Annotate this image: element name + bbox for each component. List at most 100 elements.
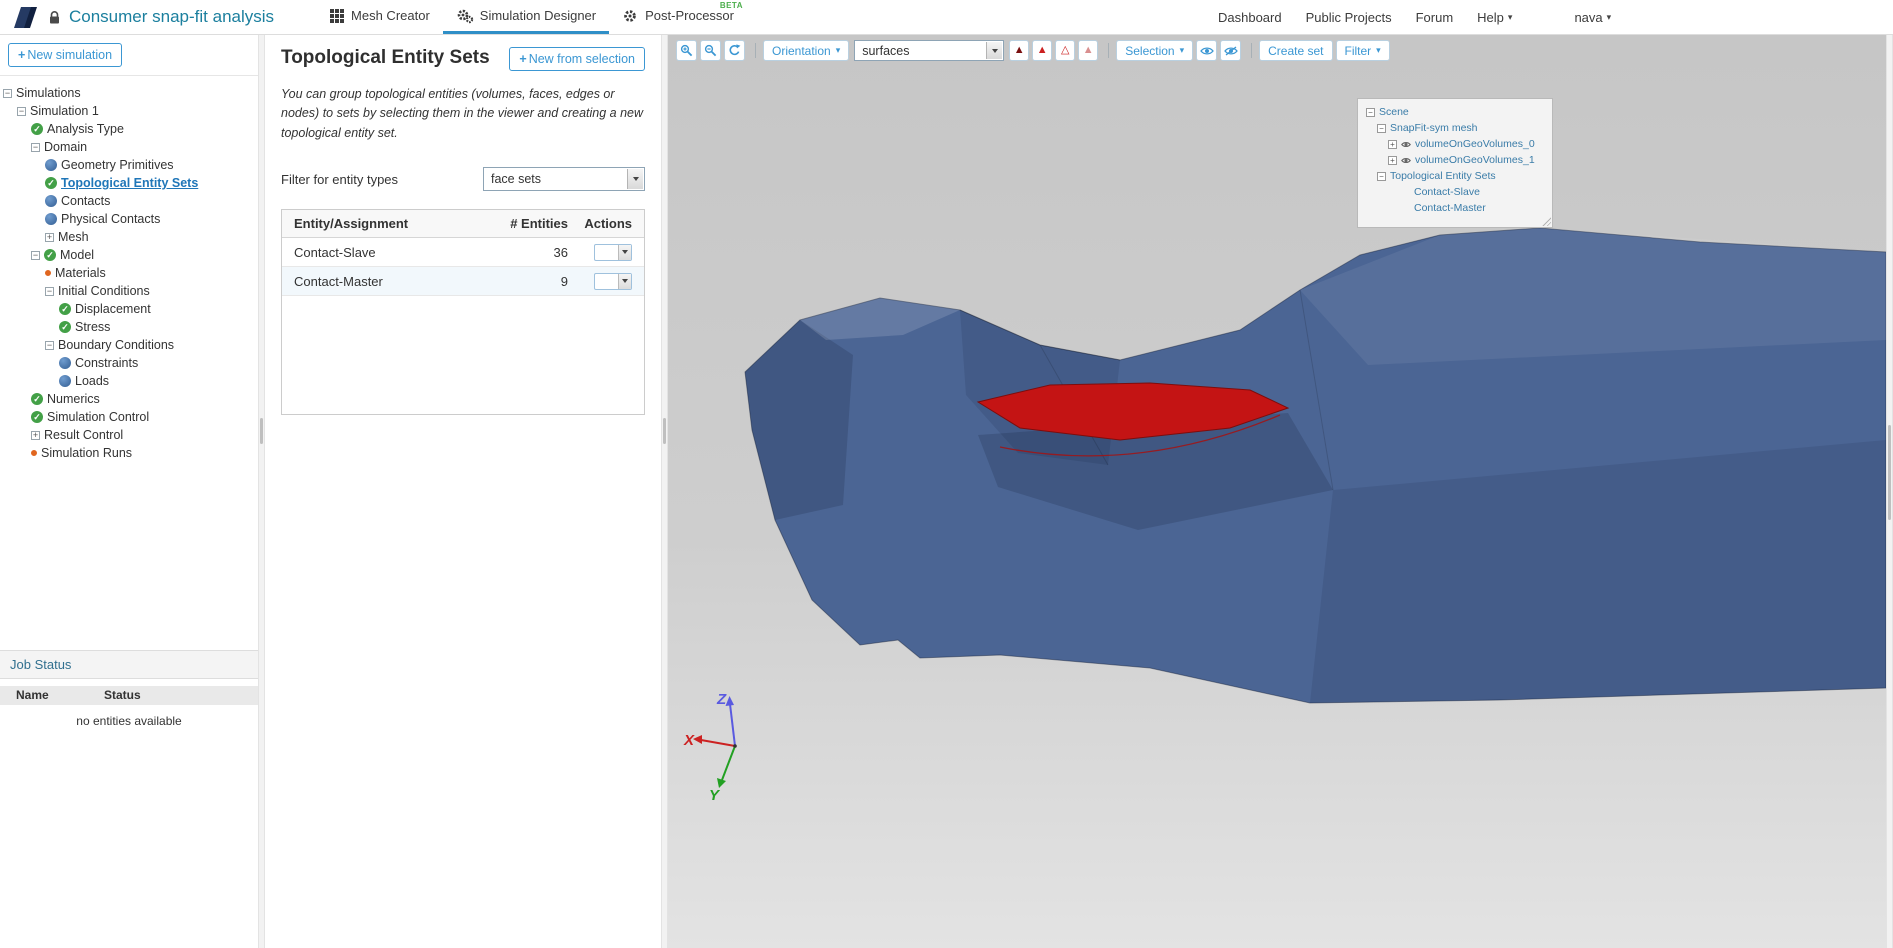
table-row-contact-master[interactable]: Contact-Master 9 [282,267,644,297]
pending-ring-icon [31,450,37,456]
collapse-icon[interactable]: − [1377,123,1386,133]
toolbar-divider [755,43,756,58]
simulation-tree: − Simulations − Simulation 1 ✓ Analysis … [0,76,258,462]
expand-icon[interactable]: + [45,232,54,242]
tab-simulation-designer[interactable]: Simulation Designer [442,0,610,34]
filter-button[interactable]: Filter ▾ [1335,40,1390,61]
col-num-entities: # Entities [510,216,568,232]
tree-item-model[interactable]: − ✓ Model [0,246,258,264]
tree-item-topological-entity-sets[interactable]: ✓ Topological Entity Sets [0,174,258,192]
tree-item-contacts[interactable]: Contacts [0,192,258,210]
new-from-selection-button[interactable]: + New from selection [509,47,645,71]
dashboard-link[interactable]: Dashboard [1218,10,1282,25]
zoom-in-button[interactable] [676,40,697,61]
scene-tree-item-scene[interactable]: − Scene [1364,104,1546,120]
collapse-icon[interactable]: − [17,106,26,116]
tree-item-materials[interactable]: Materials [0,264,258,282]
collapse-icon[interactable]: − [31,142,40,152]
tree-item-mesh[interactable]: + Mesh [0,228,258,246]
create-set-button[interactable]: Create set [1259,40,1333,61]
table-row-contact-slave[interactable]: Contact-Slave 36 [282,238,644,268]
zoom-out-button[interactable] [700,40,721,61]
tree-item-geometry-primitives[interactable]: Geometry Primitives [0,156,258,174]
collapse-icon[interactable]: − [3,88,12,98]
scrollbar-thumb[interactable] [260,418,263,444]
render-mode-surface-edges-button[interactable]: ▲ [1032,40,1053,61]
tree-item-displacement[interactable]: ✓ Displacement [0,300,258,318]
render-mode-solid-button[interactable]: ▲ [1009,40,1030,61]
viewer-scrollbar[interactable] [1886,35,1893,948]
tree-item-stress[interactable]: ✓ Stress [0,318,258,336]
tree-item-physical-contacts[interactable]: Physical Contacts [0,210,258,228]
sidebar-scrollbar[interactable] [258,35,265,948]
tab-mesh-creator[interactable]: Mesh Creator [316,0,443,34]
tree-item-boundary-conditions[interactable]: − Boundary Conditions [0,336,258,354]
3d-viewport[interactable]: Orientation ▾ surfaces ▲ ▲ △ ▲ Selection… [668,35,1886,948]
tree-item-constraints[interactable]: Constraints [0,354,258,372]
tree-item-numerics[interactable]: ✓ Numerics [0,390,258,408]
panel-scrollbar[interactable] [661,35,668,948]
scene-tree-item-contact-master[interactable]: Contact-Master [1364,200,1546,216]
user-menu[interactable]: nava ▾ [1574,10,1611,25]
dropdown-arrow-icon[interactable] [618,273,631,289]
tree-item-simulations[interactable]: − Simulations [0,84,258,102]
new-simulation-button[interactable]: + New simulation [8,43,123,67]
collapse-icon[interactable]: − [45,286,54,296]
scene-tree-item-topological-entity-sets[interactable]: − Topological Entity Sets [1364,168,1546,184]
expand-icon[interactable]: + [31,430,40,440]
collapse-icon[interactable]: − [45,340,54,350]
magnifier-minus-icon [704,44,717,57]
tree-item-analysis-type[interactable]: ✓ Analysis Type [0,120,258,138]
top-bar: Consumer snap-fit analysis Mesh Creator [0,0,1893,35]
show-all-button[interactable] [1196,40,1218,61]
dropdown-arrow-icon[interactable] [618,244,631,260]
scrollbar-thumb[interactable] [1888,425,1891,520]
tree-item-simulation-1[interactable]: − Simulation 1 [0,102,258,120]
forum-link[interactable]: Forum [1416,10,1454,25]
plus-icon: + [18,48,26,62]
collapse-icon[interactable]: − [31,250,40,260]
tab-post-processor[interactable]: BETA Post-Processor [609,0,747,34]
tree-item-domain[interactable]: − Domain [0,138,258,156]
toolbar-divider [1108,43,1110,58]
selection-button[interactable]: Selection ▾ [1116,40,1194,61]
scene-tree-item-volume-1[interactable]: + volumeOnGeoVolumes_1 [1364,152,1546,168]
help-menu[interactable]: Help ▾ [1477,10,1512,25]
axis-z-label: Z [716,691,727,708]
resize-handle[interactable] [1541,216,1551,226]
collapse-icon[interactable]: − [1377,171,1386,181]
scrollbar-thumb[interactable] [663,418,666,444]
tree-item-initial-conditions[interactable]: − Initial Conditions [0,282,258,300]
expand-icon[interactable]: + [1388,139,1397,149]
item-dot-icon [45,195,57,207]
page-title: Topological Entity Sets [281,47,490,68]
reset-view-button[interactable] [724,40,745,61]
hide-selected-button[interactable] [1220,40,1242,61]
render-mode-points-button[interactable]: ▲ [1078,40,1099,61]
tree-item-simulation-runs[interactable]: Simulation Runs [0,444,258,462]
scene-tree-item-contact-slave[interactable]: Contact-Slave [1364,184,1546,200]
scene-tree-item-snapfit-mesh[interactable]: − SnapFit-sym mesh [1364,120,1546,136]
orientation-button[interactable]: Orientation ▾ [763,40,850,61]
tree-item-loads[interactable]: Loads [0,372,258,390]
expand-icon[interactable]: + [1388,155,1397,165]
mesh-shading-facet [745,320,853,520]
tree-item-result-control[interactable]: + Result Control [0,426,258,444]
axis-triad: Z X Y [683,691,737,800]
eye-icon[interactable] [1401,141,1411,148]
scene-tree-item-volume-0[interactable]: + volumeOnGeoVolumes_0 [1364,136,1546,152]
public-projects-link[interactable]: Public Projects [1306,10,1392,25]
job-status-header: Name Status [0,686,258,705]
entity-type-filter-select[interactable]: face sets [483,167,645,192]
tree-item-simulation-control[interactable]: ✓ Simulation Control [0,408,258,426]
dropdown-arrow-icon[interactable] [986,42,1003,59]
dropdown-arrow-icon[interactable] [627,169,643,190]
row-actions-select[interactable] [594,243,632,261]
eye-icon[interactable] [1401,157,1411,164]
eye-icon [1199,47,1214,54]
gears-icon [457,9,473,23]
render-mode-wireframe-button[interactable]: △ [1055,40,1076,61]
display-mode-select[interactable]: surfaces [854,40,1005,61]
row-actions-select[interactable] [594,272,632,290]
collapse-icon[interactable]: − [1366,107,1375,117]
